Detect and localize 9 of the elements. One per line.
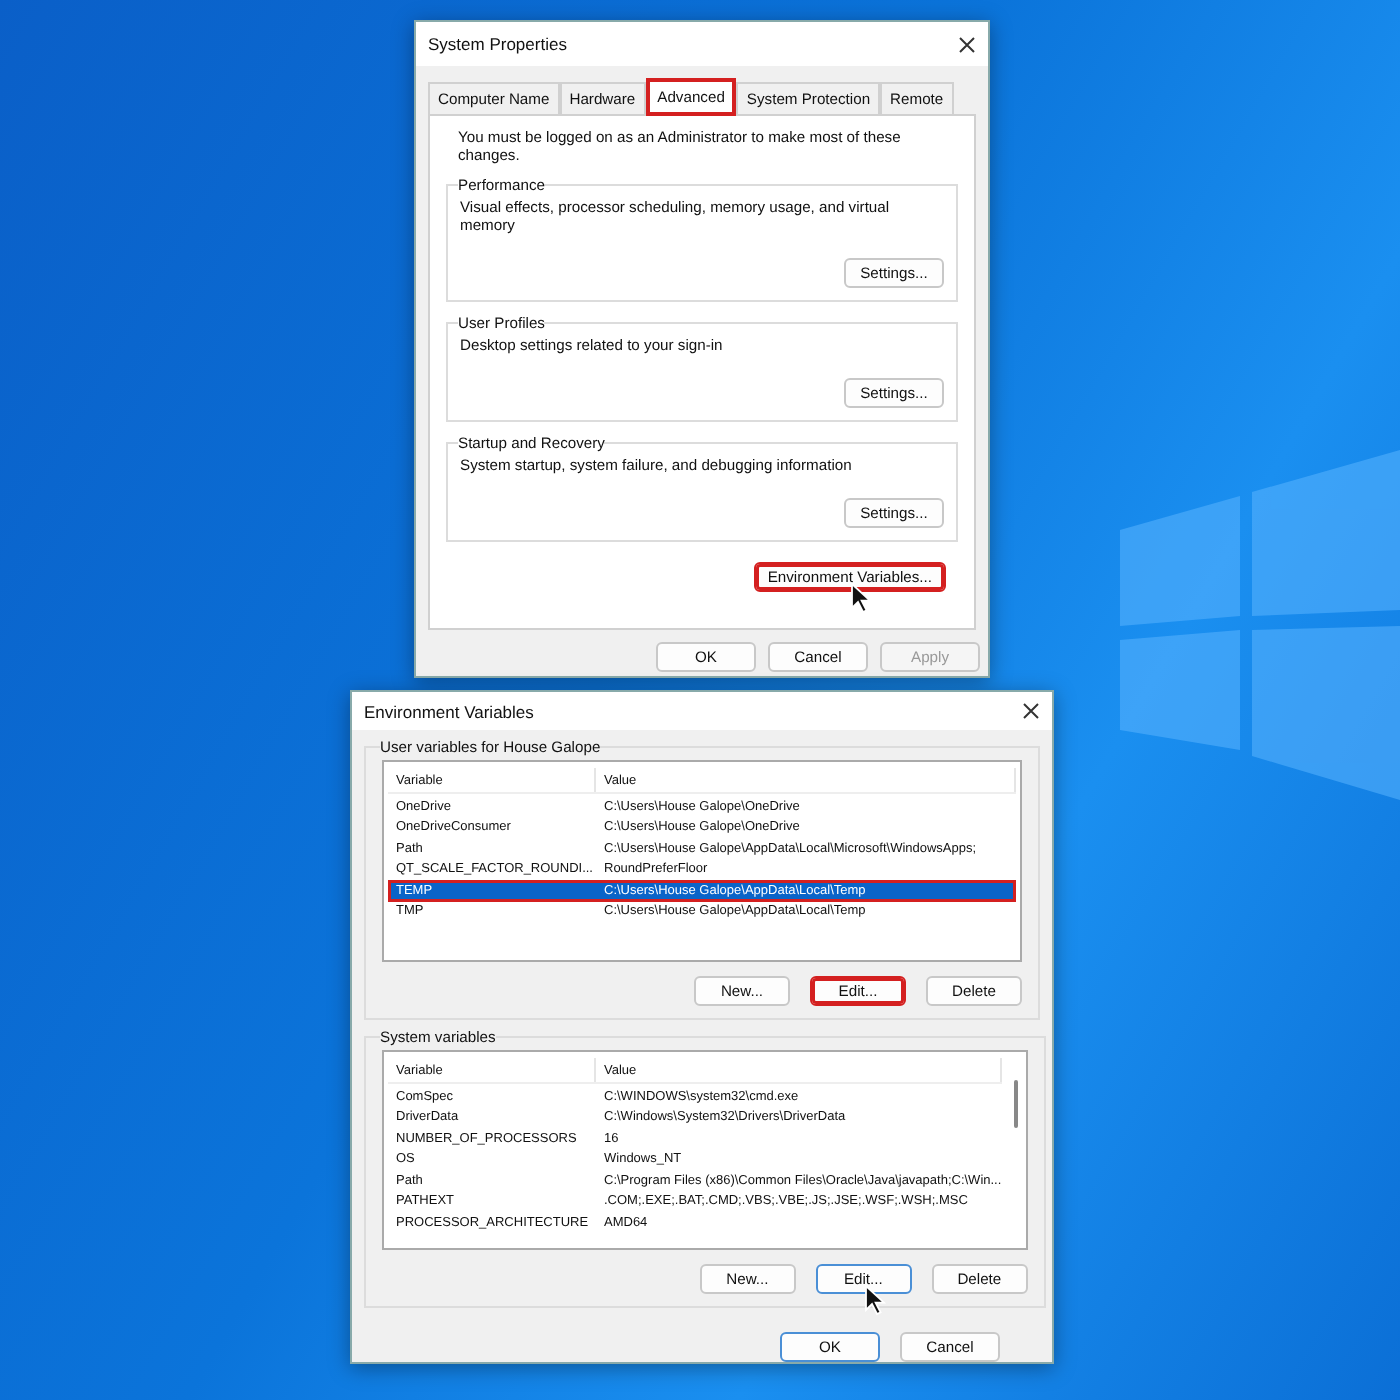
mouse-pointer-icon [863,1284,886,1316]
close-icon[interactable] [1022,702,1040,720]
scrollbar-thumb[interactable] [1013,1080,1018,1128]
mouse-pointer-icon [849,582,872,614]
window-title: Environment Variables [364,701,534,721]
variables-list[interactable] [382,1050,1028,1250]
close-icon[interactable] [958,35,976,53]
variables-list[interactable] [382,760,1022,962]
window-title: System Properties [428,34,567,54]
